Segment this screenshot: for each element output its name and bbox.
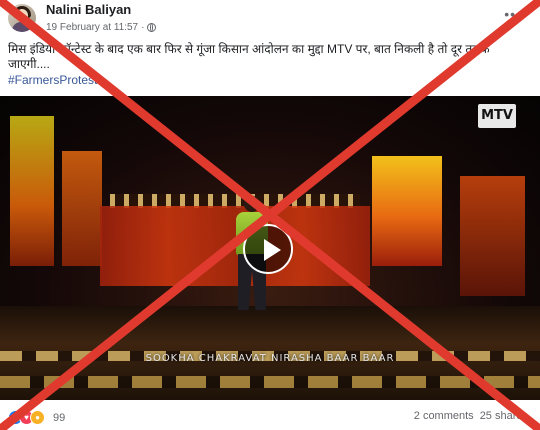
post-footer: 👍 ♥ ● 99 2 comments 25 shares xyxy=(0,408,540,430)
video-subtitle: SOOKHA CHAKRAVAT NIRASHA BAAR BAAR xyxy=(145,353,395,364)
comments-count[interactable]: 2 comments xyxy=(414,410,474,422)
hashtag-link[interactable]: #FarmersProtest xyxy=(8,73,97,87)
shares-count[interactable]: 25 shares xyxy=(480,410,528,422)
reaction-count: 99 xyxy=(53,411,66,424)
stage-screen-left-inner xyxy=(62,151,102,266)
engagement-stats: 2 comments 25 shares xyxy=(414,410,528,422)
wow-icon: ● xyxy=(30,410,45,425)
avatar-body xyxy=(12,22,32,32)
facebook-post: Nalini Baliyan 19 February at 11:57 · ••… xyxy=(0,0,540,430)
floor-lights-front xyxy=(0,376,540,388)
post-caption: मिस इंडिया कॉन्टेस्ट के बाद एक बार फिर स… xyxy=(8,42,490,71)
author-name[interactable]: Nalini Baliyan xyxy=(46,2,131,17)
play-button[interactable] xyxy=(243,224,293,274)
stage-screen-left xyxy=(10,116,54,266)
play-icon xyxy=(264,239,281,261)
post-meta: 19 February at 11:57 · xyxy=(46,22,157,33)
post-timestamp[interactable]: 19 February at 11:57 xyxy=(46,22,138,33)
globe-icon xyxy=(147,23,157,32)
dancer-head xyxy=(244,196,260,212)
stage-screen-right xyxy=(372,156,442,266)
avatar-face xyxy=(16,9,28,22)
mtv-logo: MTV xyxy=(478,104,516,128)
meta-separator: · xyxy=(141,22,145,33)
stage-screen-right-outer xyxy=(460,176,525,296)
more-options-icon[interactable]: ••• xyxy=(504,6,522,22)
post-header: Nalini Baliyan 19 February at 11:57 · ••… xyxy=(0,0,540,40)
avatar[interactable] xyxy=(8,4,36,32)
reactions-summary[interactable]: 👍 ♥ ● 99 xyxy=(8,410,65,425)
video-player[interactable]: MTV SOOKHA CHAKRAVAT NIRASHA BAAR BAAR xyxy=(0,96,540,400)
